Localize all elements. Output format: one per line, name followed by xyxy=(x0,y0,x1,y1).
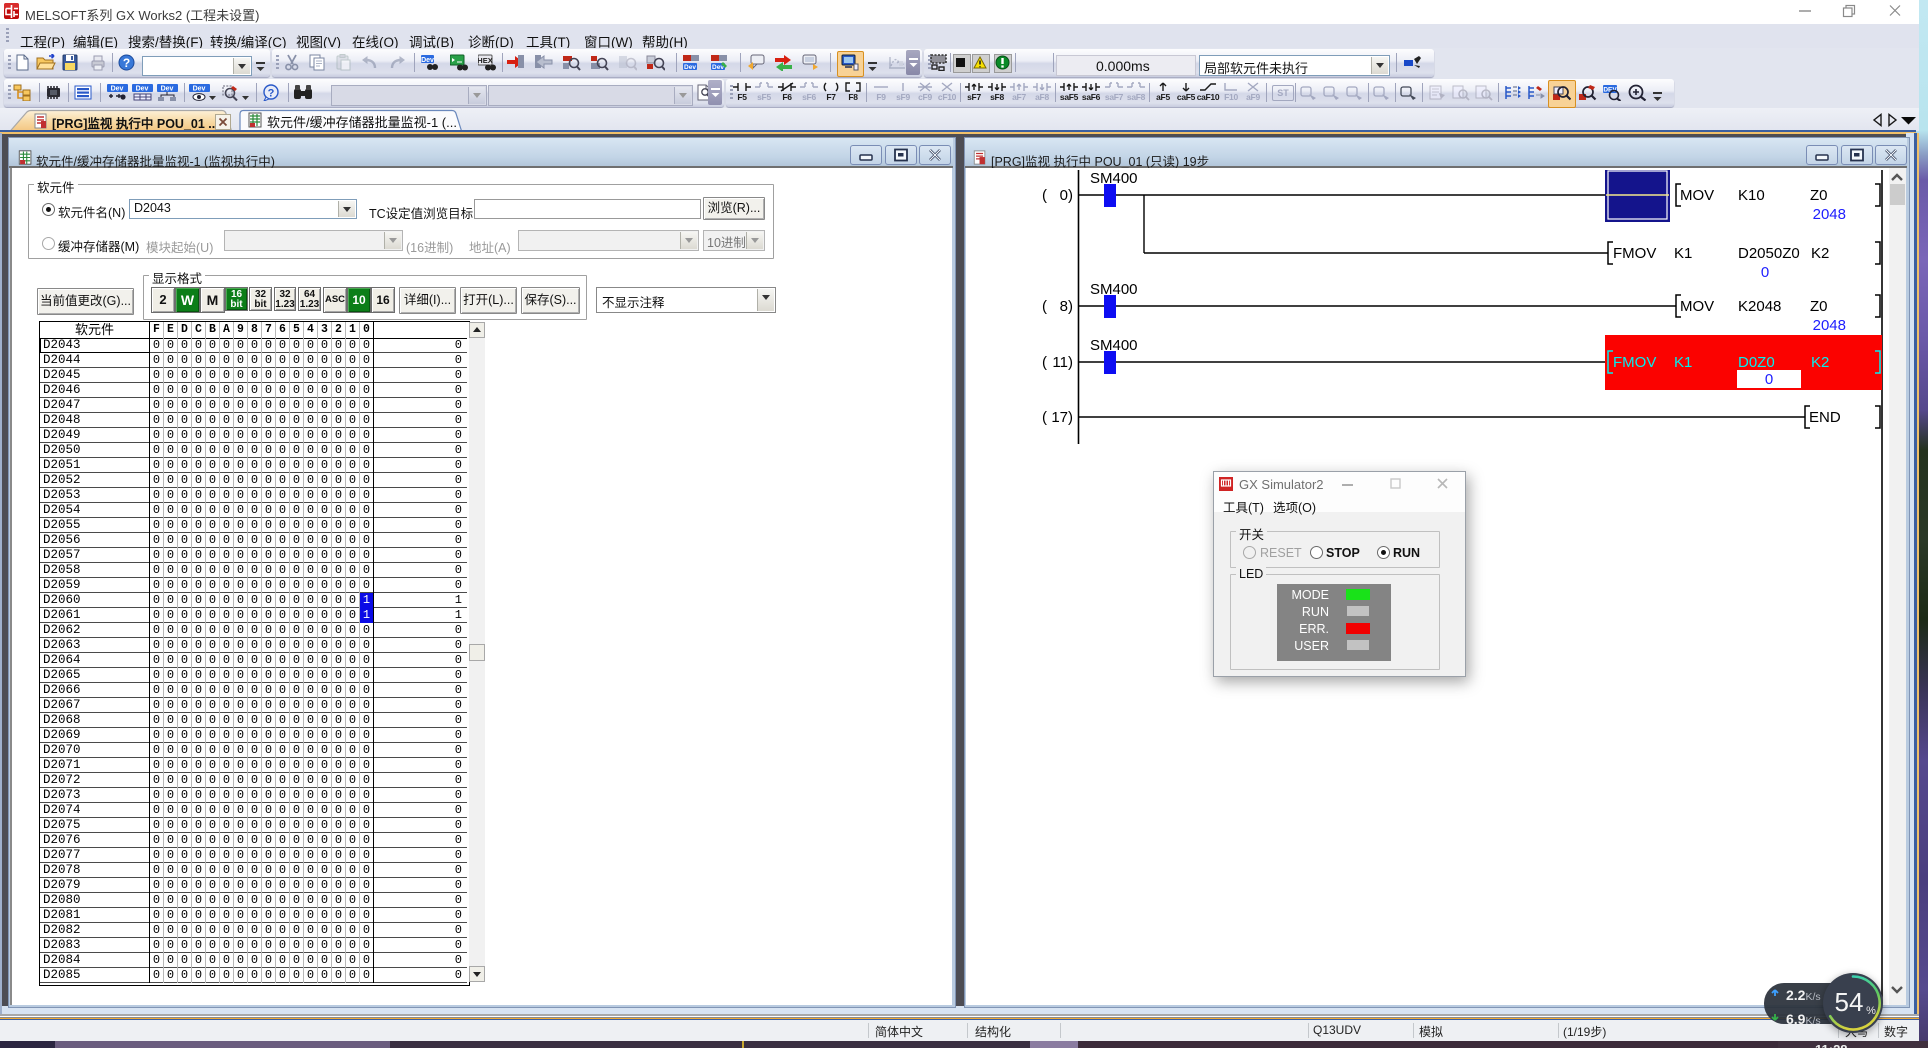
svg-text:(: ( xyxy=(1042,409,1047,426)
svg-text:Dev: Dev xyxy=(421,57,434,64)
svg-text:Z0: Z0 xyxy=(1810,187,1828,204)
svg-text:0: 0 xyxy=(1765,371,1773,388)
svg-text:(: ( xyxy=(1042,187,1047,204)
svg-text:Z0: Z0 xyxy=(1810,298,1828,315)
svg-text:K1: K1 xyxy=(1674,245,1692,262)
svg-text:Dev: Dev xyxy=(193,86,206,93)
svg-text:11): 11) xyxy=(1052,354,1073,371)
svg-text:K2: K2 xyxy=(1811,354,1829,371)
svg-text:2048: 2048 xyxy=(1813,317,1846,334)
svg-text:END: END xyxy=(1809,409,1841,426)
svg-text:K10: K10 xyxy=(1738,187,1765,204)
svg-text:2048: 2048 xyxy=(1813,206,1846,223)
svg-text:?: ? xyxy=(123,56,130,70)
svg-text:Dev: Dev xyxy=(136,86,149,93)
svg-text:D2050Z0: D2050Z0 xyxy=(1738,245,1800,262)
svg-text:8): 8) xyxy=(1060,298,1073,315)
svg-text:K1: K1 xyxy=(1674,354,1692,371)
svg-text:0): 0) xyxy=(1060,187,1073,204)
svg-text:Dev: Dev xyxy=(161,86,174,93)
svg-text:MOV: MOV xyxy=(1680,187,1714,204)
svg-text:(: ( xyxy=(1042,298,1047,315)
svg-text:MOV: MOV xyxy=(1680,298,1714,315)
svg-text:FMOV: FMOV xyxy=(1613,245,1656,262)
svg-text:0: 0 xyxy=(1761,264,1769,281)
svg-text:%: % xyxy=(1866,1005,1876,1017)
svg-text:Dev: Dev xyxy=(684,64,696,71)
svg-text:D0Z0: D0Z0 xyxy=(1738,354,1775,371)
svg-text:54: 54 xyxy=(1835,987,1864,1017)
svg-text:Dev: Dev xyxy=(111,86,124,93)
svg-text:(: ( xyxy=(1042,354,1047,371)
svg-text:K2: K2 xyxy=(1811,245,1829,262)
svg-text:?: ? xyxy=(268,88,275,100)
svg-text:17): 17) xyxy=(1051,409,1073,426)
svg-text:FMOV: FMOV xyxy=(1613,354,1656,371)
svg-text:HEX: HEX xyxy=(478,56,493,65)
svg-text:K2048: K2048 xyxy=(1738,298,1781,315)
